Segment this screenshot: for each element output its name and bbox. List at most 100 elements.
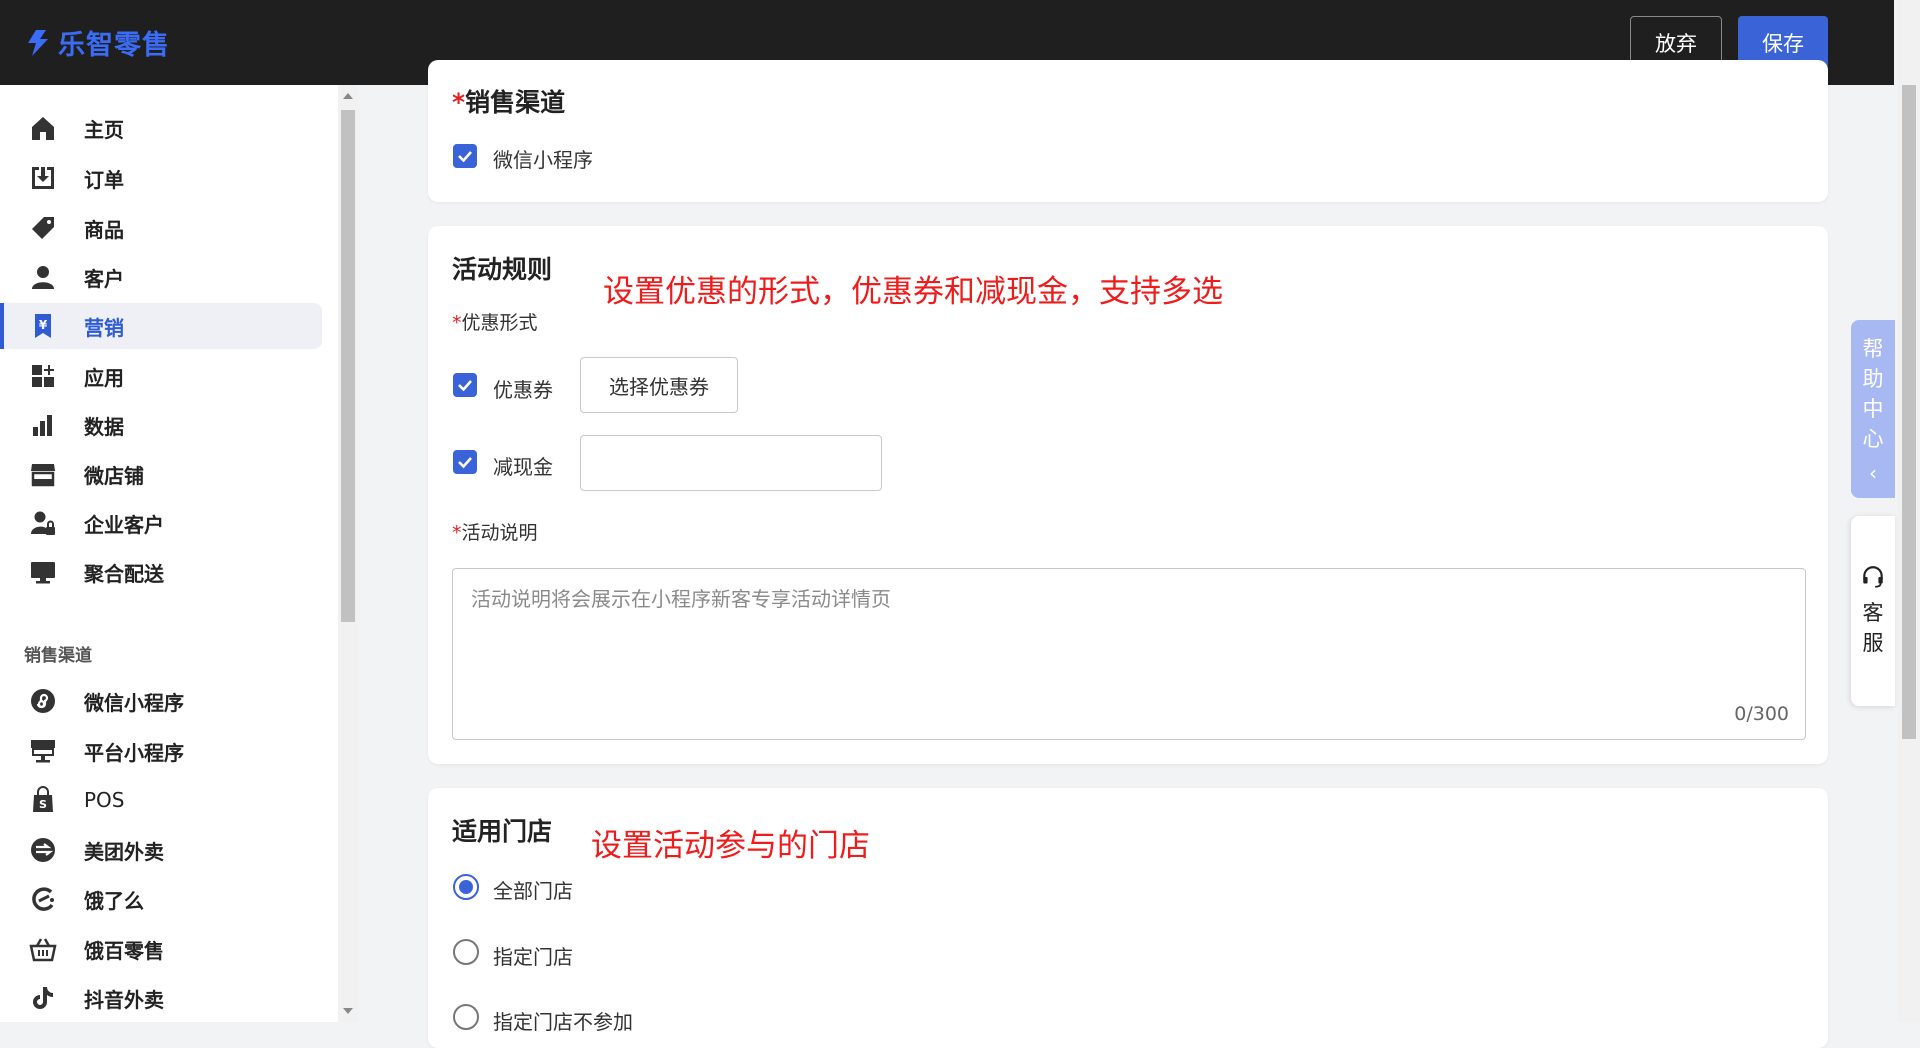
specified-stores-radio[interactable] [453,939,479,965]
all-stores-radio[interactable] [453,874,479,900]
sales-channel-section-label: 销售渠道 [24,646,92,666]
sidebar-item-marketing[interactable]: ¥ 营销 [0,303,322,349]
sidebar-item-label: 饿百零售 [84,938,164,963]
sidebar-item-platform-mini[interactable]: 平台小程序 [0,728,322,774]
check-icon [458,380,472,392]
storefront-icon [28,459,58,489]
sidebar-scrollbar[interactable] [338,85,358,1022]
sidebar-scroll-thumb[interactable] [341,110,355,622]
bar-chart-icon [28,410,58,440]
sidebar-item-orders[interactable]: 订单 [0,155,322,201]
monitor-icon [28,557,58,587]
sidebar-item-label: 应用 [84,365,124,390]
svg-text:¥: ¥ [39,318,48,332]
sales-channel-title: *销售渠道 [452,88,566,117]
stores-title: 适用门店 [452,817,553,846]
sidebar-item-home[interactable]: 主页 [0,105,322,151]
tiktok-icon [28,983,58,1013]
main-scroll-thumb[interactable] [1902,85,1916,739]
check-icon [458,457,472,469]
meituan-icon [28,835,58,865]
home-icon [28,113,58,143]
sidebar-item-wechat-mini[interactable]: 微信小程序 [0,678,322,724]
help-char: 帮 [1862,337,1884,361]
yen-bookmark-icon: ¥ [28,311,58,341]
person-icon [28,262,58,292]
scroll-up-arrow-icon[interactable] [343,93,353,99]
sidebar-item-label: 订单 [84,167,124,192]
coupon-checkbox[interactable] [453,373,477,397]
sidebar-item-label: 微信小程序 [84,690,184,715]
headset-icon [1863,566,1883,588]
activity-rules-title: 活动规则 [452,255,553,284]
sidebar-item-label: 主页 [84,117,124,142]
tag-icon [28,213,58,243]
cash-off-checkbox[interactable] [453,450,477,474]
stores-card: 适用门店 设置活动参与的门店 全部门店 指定门店 指定门店不参加 [428,788,1828,1048]
sidebar-item-micro-store[interactable]: 微店铺 [0,451,322,497]
description-label: *活动说明 [452,522,538,544]
svg-text:S: S [39,798,47,811]
inbox-download-icon [28,163,58,193]
help-char: 中 [1862,397,1884,421]
sales-channel-card: *销售渠道 微信小程序 [428,60,1828,202]
kiosk-icon [28,736,58,766]
sidebar-item-label: 饿了么 [84,888,144,913]
person-lock-icon [28,508,58,538]
sidebar-item-eleme[interactable]: 饿了么 [0,876,322,922]
sidebar-item-data[interactable]: 数据 [0,402,322,448]
mini-program-icon [28,686,58,716]
select-coupon-button[interactable]: 选择优惠券 [580,357,738,413]
sidebar-item-label: 商品 [84,217,124,242]
sidebar-item-label: 企业客户 [84,512,164,537]
sidebar-item-delivery[interactable]: 聚合配送 [0,549,322,595]
sidebar-item-douyin[interactable]: 抖音外卖 [0,975,322,1021]
logo-icon [28,29,48,56]
main-scrollbar[interactable] [1898,0,1920,1022]
sidebar-item-label: 微店铺 [84,463,144,488]
wechat-mini-checkbox[interactable] [453,144,477,168]
sidebar-item-label: 营销 [84,315,124,340]
sidebar-item-label: 数据 [84,414,124,439]
help-center-tab[interactable]: 帮 助 中 心 ‹ [1851,320,1895,498]
app-logo[interactable]: 乐智零售 [26,23,170,62]
eleme-icon [28,884,58,914]
cash-off-label: 减现金 [493,455,553,479]
service-char: 客 [1862,601,1884,625]
description-textarea[interactable]: 活动说明将会展示在小程序新客专享活动详情页 0/300 [452,568,1806,740]
sidebar-item-label: POS [84,788,125,812]
check-icon [458,151,472,163]
apps-add-icon [28,361,58,391]
sidebar-item-label: 美团外卖 [84,839,164,864]
sidebar-item-enterprise-customers[interactable]: 企业客户 [0,500,322,546]
sidebar-item-meituan[interactable]: 美团外卖 [0,827,322,873]
scroll-down-arrow-icon[interactable] [343,1008,353,1014]
sidebar-item-apps[interactable]: 应用 [0,353,322,399]
sidebar-item-label: 聚合配送 [84,561,164,586]
specified-stores-label: 指定门店 [493,945,573,969]
sidebar-item-label: 客户 [84,266,124,291]
shopping-bag-icon: S [28,785,58,815]
chevron-left-icon: ‹ [1869,461,1877,485]
customer-service-tab[interactable]: 客 服 [1851,516,1895,706]
coupon-label: 优惠券 [493,378,553,402]
service-char: 服 [1862,631,1884,655]
stores-annotation: 设置活动参与的门店 [591,828,870,864]
sidebar-item-customers[interactable]: 客户 [0,254,322,300]
char-count: 0/300 [1734,703,1789,725]
discount-form-label: *优惠形式 [452,312,538,334]
logo-text: 乐智零售 [58,30,170,61]
sidebar-item-ebai[interactable]: 饿百零售 [0,926,322,972]
sidebar-item-products[interactable]: 商品 [0,205,322,251]
description-placeholder: 活动说明将会展示在小程序新客专享活动详情页 [471,587,891,611]
all-stores-label: 全部门店 [493,879,573,903]
cash-off-input[interactable] [580,435,882,491]
help-char: 心 [1862,427,1884,451]
sidebar: 主页 订单 商品 客户 ¥ 营销 应用 数据 微店铺 企业客户 聚合配送 销售渠… [0,85,338,1022]
sidebar-item-label: 平台小程序 [84,740,184,765]
sidebar-item-pos[interactable]: S POS [0,777,322,823]
sidebar-item-label: 抖音外卖 [84,987,164,1012]
excluded-stores-radio[interactable] [453,1004,479,1030]
help-char: 助 [1862,367,1884,391]
activity-rules-card: 活动规则 设置优惠的形式，优惠券和减现金，支持多选 *优惠形式 优惠券 选择优惠… [428,226,1828,764]
